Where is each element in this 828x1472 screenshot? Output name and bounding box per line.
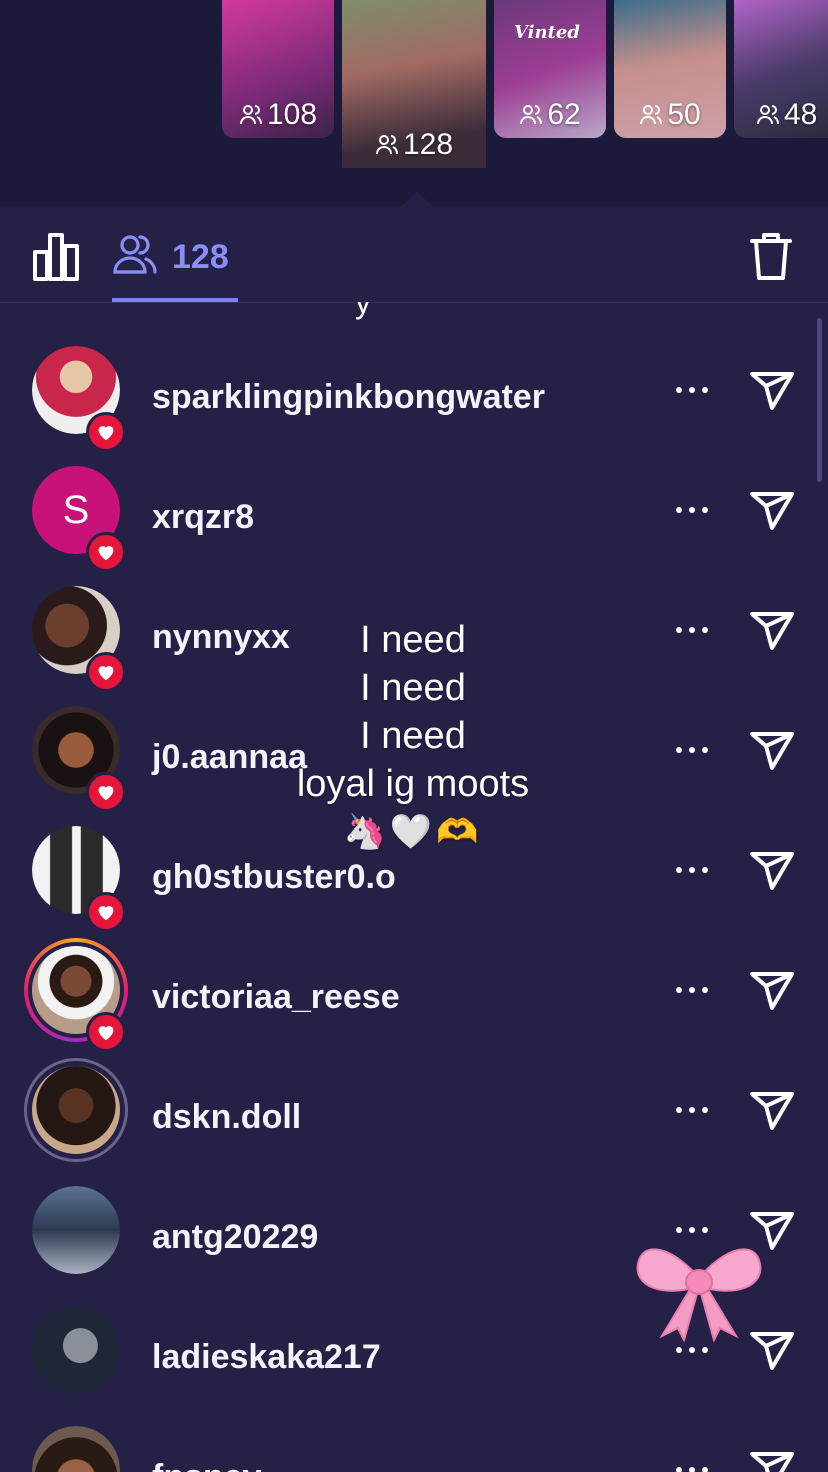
username[interactable]: fpsnev — [152, 1458, 262, 1472]
avatar-initial: S — [62, 487, 90, 532]
story-viewer-count: 62 — [494, 98, 606, 132]
vinted-label: Vinted — [514, 22, 580, 43]
tab-viewers[interactable]: 128 — [112, 228, 238, 302]
username[interactable]: victoriaa_reese — [152, 978, 400, 1017]
send-icon[interactable] — [748, 1446, 796, 1472]
list-item[interactable]: dskn.doll — [0, 1036, 828, 1162]
overlay-caption: I need I need I need loyal ig moots 🦄🤍🫶 — [240, 616, 586, 856]
caption-line: I need — [360, 619, 466, 661]
more-icon[interactable] — [676, 1104, 708, 1116]
username[interactable]: sparklingpinkbongwater — [152, 378, 545, 417]
story-viewer-count: 50 — [614, 98, 726, 132]
list-item[interactable]: fpsnev — [0, 1396, 828, 1472]
viewers-tabbar: 128 — [0, 206, 828, 303]
more-icon[interactable] — [676, 504, 708, 516]
more-icon[interactable] — [676, 384, 708, 396]
username[interactable]: xrqzr8 — [152, 498, 254, 537]
send-icon[interactable] — [748, 846, 796, 894]
more-icon[interactable] — [676, 864, 708, 876]
username[interactable]: ladieskaka217 — [152, 1338, 381, 1377]
scrollbar[interactable] — [817, 318, 822, 482]
caption-line: loyal ig moots — [296, 763, 530, 805]
avatar[interactable] — [32, 1306, 120, 1394]
story-thumbnail[interactable]: 108 — [222, 0, 334, 138]
send-icon[interactable] — [748, 486, 796, 534]
avatar-with-story-ring[interactable] — [24, 1058, 128, 1162]
list-item[interactable]: S xrqzr8 — [0, 436, 828, 572]
username[interactable]: dskn.doll — [152, 1098, 301, 1137]
viewer-count: 128 — [172, 238, 229, 276]
story-viewer-count: 128 — [342, 128, 486, 162]
avatar[interactable] — [32, 1426, 120, 1472]
story-strip: 108 128 Vinted 62 50 48 — [0, 0, 828, 208]
send-icon[interactable] — [748, 966, 796, 1014]
caption-line: I need — [360, 667, 466, 709]
viewers-icon — [375, 135, 398, 155]
viewers-icon — [113, 235, 157, 274]
send-icon[interactable] — [748, 606, 796, 654]
story-thumbnail-selected[interactable]: 128 — [342, 0, 486, 168]
more-icon[interactable] — [676, 1344, 708, 1356]
story-viewer-count: 108 — [222, 98, 334, 132]
send-icon[interactable] — [748, 726, 796, 774]
story-viewer-count: 48 — [734, 98, 828, 132]
send-icon[interactable] — [748, 1086, 796, 1134]
more-icon[interactable] — [676, 744, 708, 756]
viewers-icon — [239, 105, 262, 125]
viewers-icon — [640, 105, 663, 125]
list-item[interactable]: sparklingpinkbongwater — [0, 316, 828, 452]
send-icon[interactable] — [748, 366, 796, 414]
story-thumbnail[interactable]: 48 — [734, 0, 828, 138]
story-thumbnail[interactable]: 50 — [614, 0, 726, 138]
caption-line: I need — [360, 715, 466, 757]
viewers-icon — [520, 105, 543, 125]
more-icon[interactable] — [676, 624, 708, 636]
bar-chart-icon[interactable] — [32, 232, 80, 282]
trash-icon[interactable] — [750, 232, 792, 280]
bow-sticker-icon — [636, 1248, 762, 1342]
username[interactable]: antg20229 — [152, 1218, 318, 1257]
viewers-icon — [757, 105, 779, 125]
story-thumbnail[interactable]: Vinted 62 — [494, 0, 606, 138]
more-icon[interactable] — [676, 1224, 708, 1236]
list-item[interactable]: victoriaa_reese — [0, 916, 828, 1052]
username[interactable]: gh0stbuster0.o — [152, 858, 396, 897]
caption-emojis: 🦄🤍🫶 — [343, 813, 483, 851]
avatar[interactable] — [32, 1186, 120, 1274]
more-icon[interactable] — [676, 984, 708, 996]
more-icon[interactable] — [676, 1464, 708, 1472]
